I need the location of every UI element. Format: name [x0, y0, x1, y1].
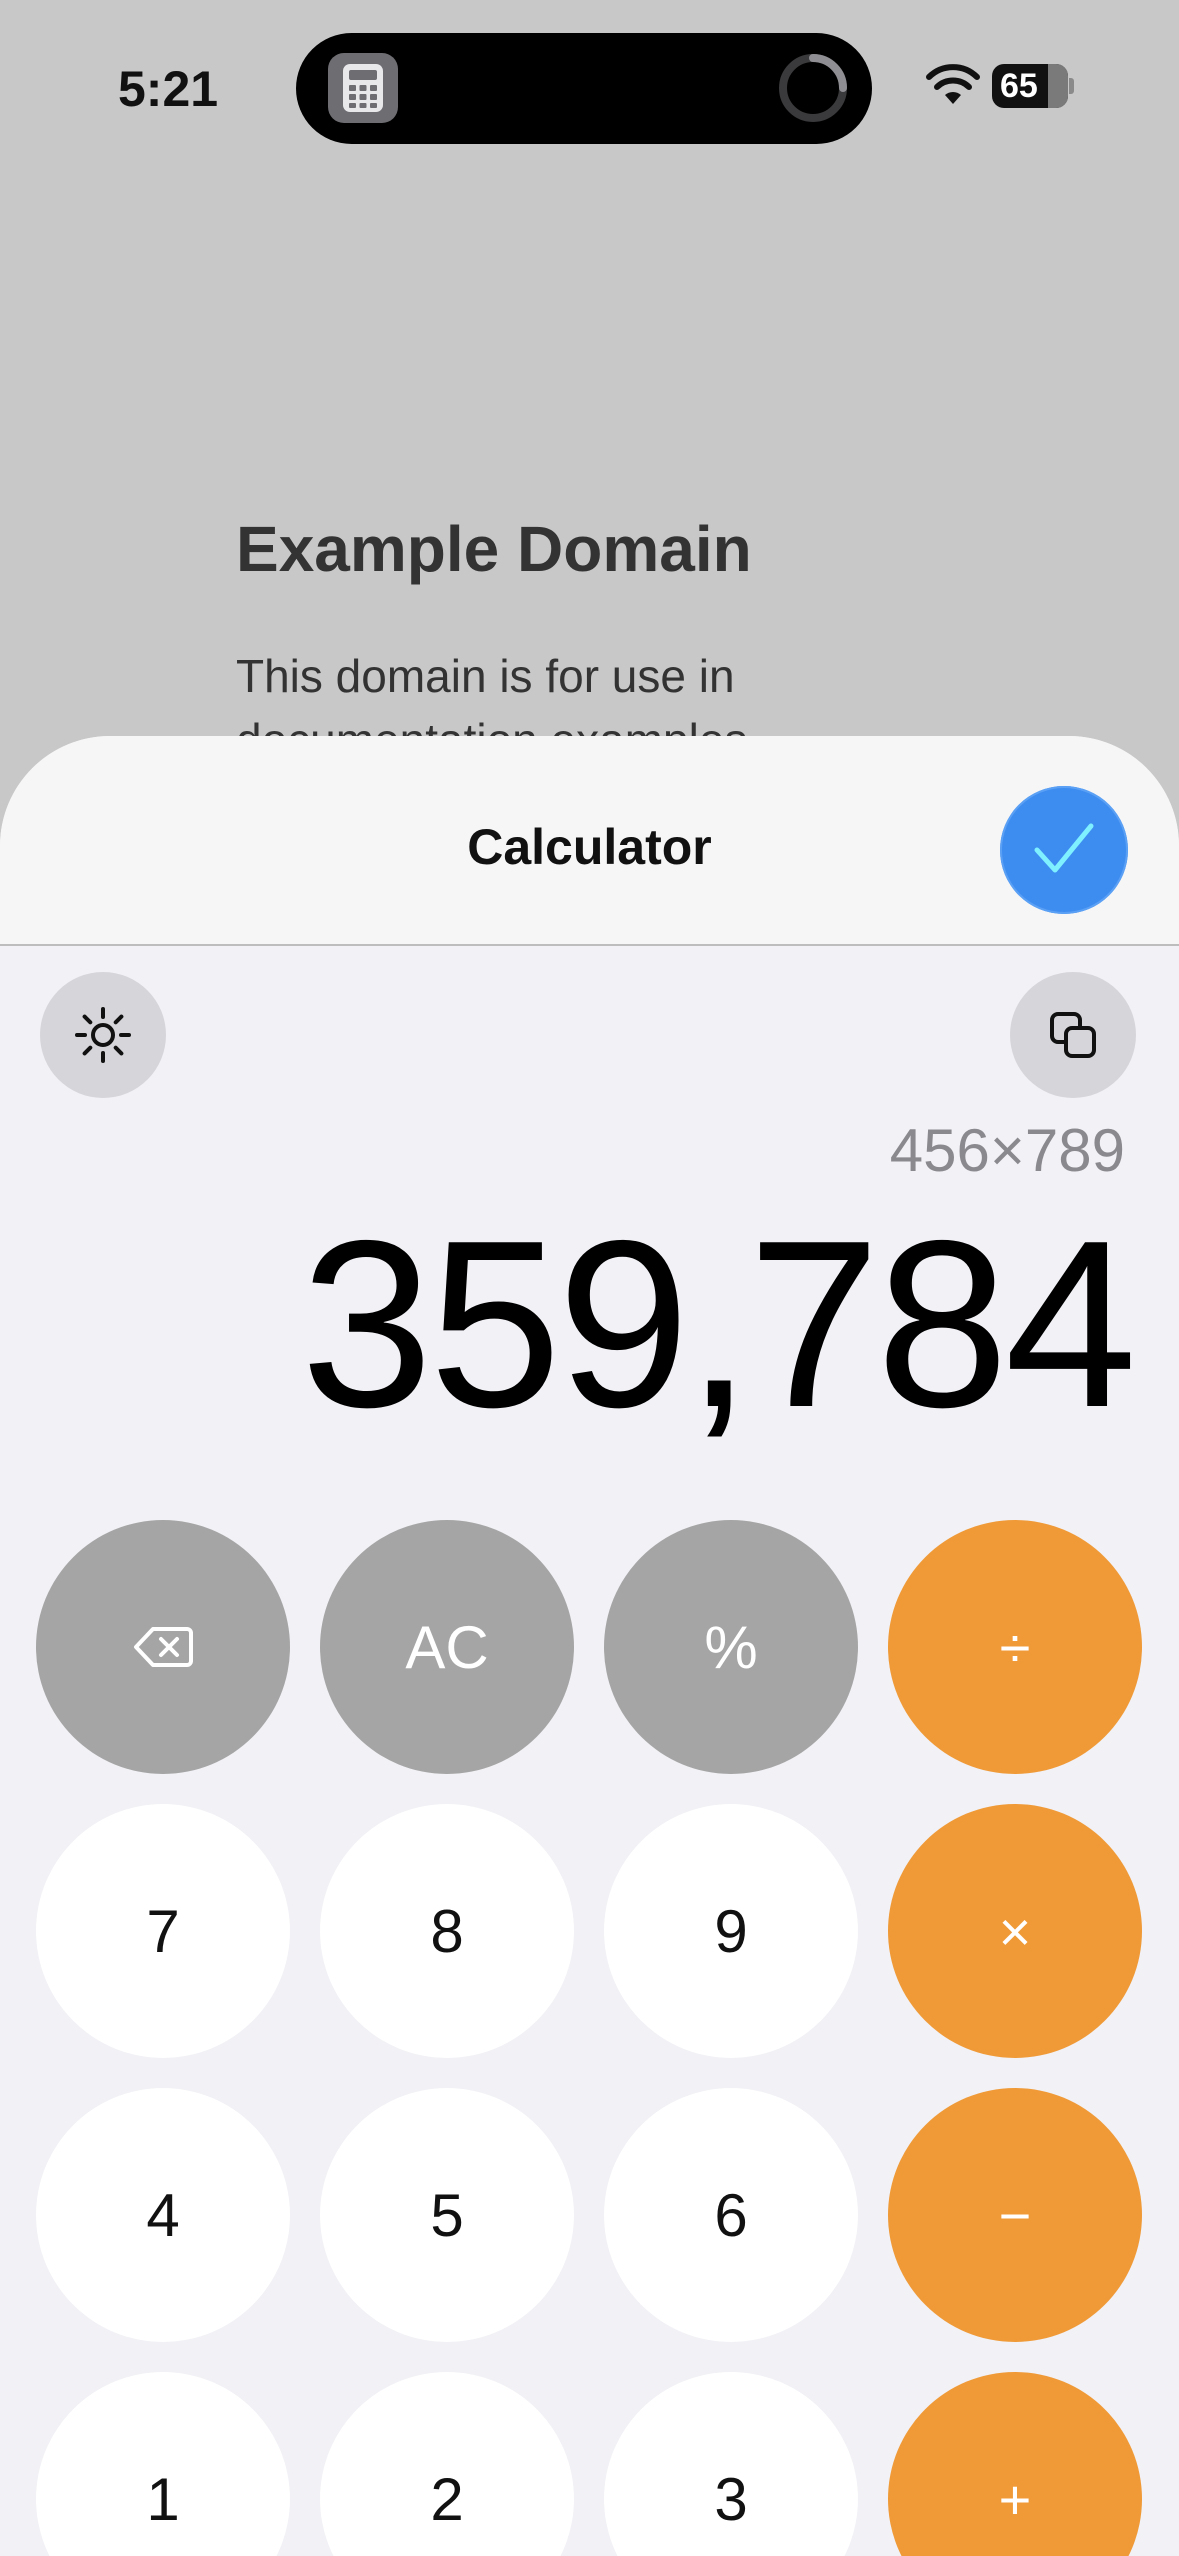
expression-display: 456×789 [889, 1117, 1125, 1184]
calculator-icon [328, 53, 398, 123]
battery-cap [1069, 78, 1074, 94]
backspace-icon [134, 1627, 193, 1667]
all-clear-button[interactable]: AC [320, 1520, 574, 1774]
digit-6-button[interactable]: 6 [604, 2088, 858, 2342]
digit-4-button[interactable]: 4 [36, 2088, 290, 2342]
percent-button[interactable]: % [604, 1520, 858, 1774]
copy-icon [1050, 1012, 1096, 1058]
done-button[interactable] [1000, 786, 1128, 914]
digit-1-button[interactable]: 1 [36, 2372, 290, 2556]
digit-7-button[interactable]: 7 [36, 1804, 290, 2058]
status-time: 5:21 [118, 61, 219, 117]
add-button[interactable]: + [888, 2372, 1142, 2556]
checkmark-icon [1034, 823, 1094, 873]
battery-level: 65 [1000, 66, 1038, 105]
sun-icon [75, 1007, 131, 1063]
copy-button[interactable] [1010, 972, 1136, 1098]
loading-ring-icon [779, 54, 847, 122]
digit-8-button[interactable]: 8 [320, 1804, 574, 2058]
sheet-header: Calculator [0, 736, 1179, 946]
page-title: Example Domain [236, 513, 752, 585]
digit-5-button[interactable]: 5 [320, 2088, 574, 2342]
calculator-sheet: Calculator 456×789 359,784 AC % ÷ 7 8 9 … [0, 736, 1179, 2556]
digit-2-button[interactable]: 2 [320, 2372, 574, 2556]
result-display: 359,784 [300, 1192, 1137, 1457]
digit-3-button[interactable]: 3 [604, 2372, 858, 2556]
dynamic-island [296, 33, 872, 144]
subtract-button[interactable]: − [888, 2088, 1142, 2342]
battery-icon: 65 [992, 64, 1068, 108]
multiply-button[interactable]: × [888, 1804, 1142, 2058]
digit-9-button[interactable]: 9 [604, 1804, 858, 2058]
divide-button[interactable]: ÷ [888, 1520, 1142, 1774]
wifi-icon [926, 64, 980, 104]
backspace-button[interactable] [36, 1520, 290, 1774]
theme-toggle-button[interactable] [40, 972, 166, 1098]
